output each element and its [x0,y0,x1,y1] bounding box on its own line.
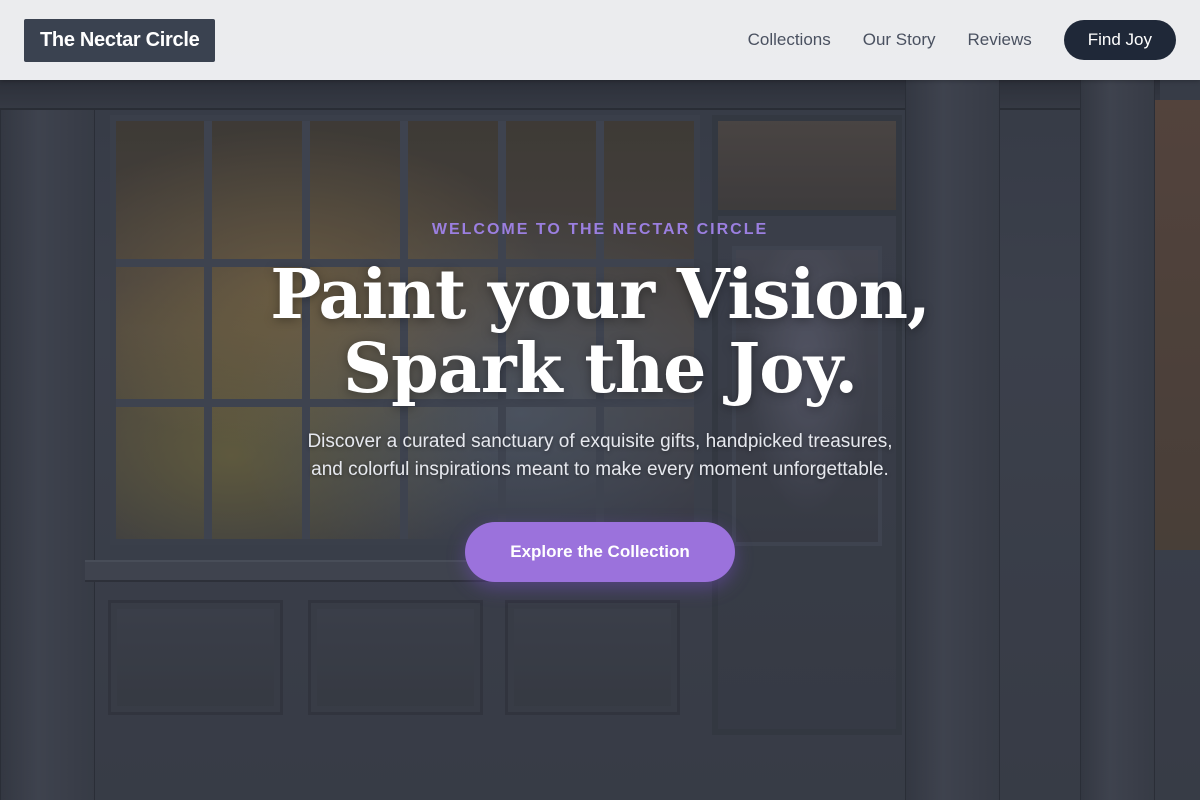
hero-headline: Paint your Vision, Spark the Joy. [0,258,1200,406]
subtext-line-2: and colorful inspirations meant to make … [311,459,889,480]
headline-line-1: Paint your Vision, [270,255,931,335]
hero-subtext: Discover a curated sanctuary of exquisit… [260,428,940,484]
subtext-line-1: Discover a curated sanctuary of exquisit… [307,431,893,452]
explore-collection-button[interactable]: Explore the Collection [465,522,735,582]
hero-eyebrow: WELCOME TO THE NECTAR CIRCLE [431,221,769,238]
headline-line-2: Spark the Joy. [342,329,858,409]
hero-section: WELCOME TO THE NECTAR CIRCLE Paint your … [0,0,1200,800]
